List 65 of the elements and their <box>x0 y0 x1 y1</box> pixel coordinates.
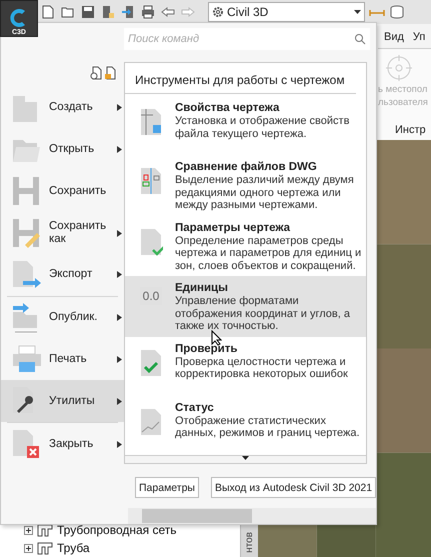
item-title: Проверить <box>175 342 238 356</box>
printer-icon[interactable] <box>140 4 156 20</box>
save-as-icon <box>11 217 43 250</box>
save-icon[interactable] <box>80 4 96 20</box>
tree-item-label[interactable]: Трубопроводная сеть <box>57 523 177 537</box>
exit-button[interactable]: Выход из Autodesk Civil 3D 2021 <box>210 477 376 498</box>
menu-item[interactable]: Открыть <box>1 128 124 170</box>
workspace-dropdown[interactable]: Civil 3D <box>208 2 365 22</box>
open-documents-icon[interactable] <box>104 66 116 80</box>
menu-item[interactable]: Закрыть <box>1 423 124 466</box>
submenu-title: Инструменты для работы с чертежом <box>125 63 356 94</box>
submenu-item[interactable]: Параметры чертежа Определение параметров среды чертежа и параметров для единиц и зон, слоев объектов и сокращений. <box>125 216 366 276</box>
ribbon-tab[interactable]: Уп <box>412 31 426 43</box>
ribbon-button-label: ь местопол <box>378 83 428 96</box>
ribbon-button-label: льзователя <box>378 96 428 109</box>
save-as-icon[interactable] <box>100 4 116 20</box>
expand-icon[interactable] <box>24 526 33 534</box>
database-icon[interactable] <box>389 4 405 20</box>
undo-icon[interactable] <box>160 4 176 20</box>
submenu-item[interactable]: 0.0 Единицы Управление форматами отображения координат и углов, а также их точностью. <box>125 276 366 337</box>
item-description: Проверка целостности чертежа и корректировка некоторых ошибок <box>175 356 349 381</box>
ribbon-tab[interactable]: Вид <box>384 31 404 43</box>
export-icon <box>11 258 43 291</box>
checked-document-icon <box>139 226 163 257</box>
submenu-item[interactable]: Проверить Проверка целостности чертежа и корректировка некоторых ошибок <box>125 336 366 396</box>
horizontal-scrollbar[interactable] <box>128 508 376 524</box>
menu-item[interactable]: Опублик. <box>1 296 124 339</box>
item-title: Сравнение файлов DWG <box>175 160 317 174</box>
cursor-icon <box>211 330 222 346</box>
gear-icon <box>212 6 224 18</box>
item-description: Определение параметров среды чертежа и параметров для единиц и зон, слоев объектов и сокращений. <box>175 234 362 272</box>
chart-icon <box>139 406 163 437</box>
compare-icon <box>139 166 163 196</box>
recent-documents-icon[interactable] <box>90 66 102 80</box>
dropdown-arrow-icon <box>354 10 361 14</box>
submenu-item[interactable]: Свойства чертежа Установка и отображение свойств файла текущего чертежа. <box>125 96 366 156</box>
properties-icon <box>139 107 163 137</box>
menu-item[interactable]: Сохранить <box>1 170 124 212</box>
check-icon <box>139 348 163 378</box>
submenu-item[interactable]: Статус Отображение статистических данных, режимов и границ чертежа. <box>125 396 366 455</box>
menu-item[interactable]: Экспорт <box>1 254 124 296</box>
menu-item[interactable]: Утилиты <box>1 380 124 422</box>
expand-icon[interactable] <box>24 544 33 552</box>
item-description: Выделение различий между двумя редакциями одного чертежа или между разными чертежами. <box>175 174 355 212</box>
search-icon <box>354 33 366 45</box>
pipe-network-icon <box>37 541 53 555</box>
ribbon-panel-label: Инстр <box>394 124 426 138</box>
pipe-network-icon <box>37 523 53 537</box>
submenu-item[interactable]: Сравнение файлов DWG Выделение различий между двумя редакциями одного чертежа или между разными чертежами. <box>125 155 366 216</box>
item-title: Единицы <box>175 281 228 296</box>
tree-item-label[interactable]: Труба <box>57 541 90 555</box>
item-title: Свойства чертежа <box>175 101 280 115</box>
options-button[interactable]: Параметры <box>135 477 199 498</box>
menu-item[interactable]: Сохранить как <box>1 212 124 254</box>
menu-item[interactable]: Создать <box>1 86 124 129</box>
publish-icon[interactable] <box>120 4 136 20</box>
item-description: Установка и отображение свойств файла текущего чертежа. <box>175 115 350 140</box>
side-tab-label: нтов <box>244 532 255 553</box>
item-description: Отображение статистических данных, режимов и границ чертежа. <box>175 414 361 440</box>
item-title: Параметры чертежа <box>175 220 290 235</box>
new-file-icon[interactable] <box>40 4 56 20</box>
scroll-down-icon <box>242 456 249 460</box>
menu-item[interactable]: Печать <box>1 338 124 380</box>
item-title: Статус <box>175 400 214 415</box>
item-description: Управление форматами отображения координат и углов, а также их точностью. <box>175 295 352 333</box>
